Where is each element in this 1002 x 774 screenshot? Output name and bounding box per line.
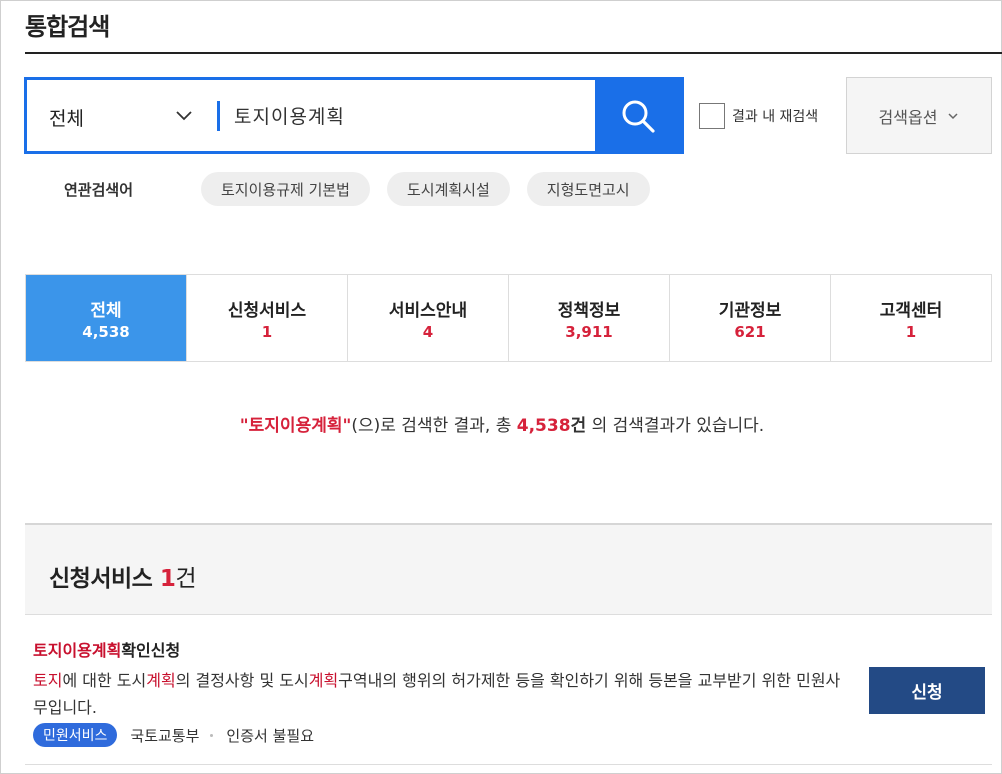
search-divider	[217, 100, 220, 131]
summary-quote-open: "	[239, 416, 249, 436]
page-title: 통합검색	[25, 13, 110, 41]
category-tabs: 전체 4,538 신청서비스 1 서비스안내 4 정책정보 3,911 기관정보…	[25, 274, 992, 362]
summary-text: (으)로 검색한 결과, 총	[351, 416, 517, 436]
meta-separator	[210, 733, 214, 737]
desc-text: 에 대한 도시	[62, 671, 147, 690]
tab-all[interactable]: 전체 4,538	[26, 275, 186, 361]
result-title-link[interactable]: 토지이용계획확인신청	[33, 637, 180, 661]
result-divider	[25, 764, 992, 765]
desc-highlight: 계획	[146, 671, 176, 690]
search-input[interactable]	[234, 80, 595, 151]
summary-keyword: 토지이용계획	[248, 416, 343, 436]
related-keyword-chip[interactable]: 토지이용규제 기본법	[201, 172, 370, 206]
re-search-toggle[interactable]: 결과 내 재검색	[699, 103, 818, 129]
category-badge: 민원서비스	[33, 723, 118, 747]
chevron-down-icon	[176, 110, 192, 120]
result-meta: 민원서비스 국토교통부 인증서 불필요	[33, 723, 314, 747]
search-options-label: 검색옵션	[878, 107, 938, 127]
search-box: 전체	[24, 77, 684, 154]
search-button[interactable]	[595, 80, 681, 151]
related-keywords-label: 연관검색어	[64, 180, 134, 199]
tab-count: 1	[905, 322, 917, 341]
desc-highlight: 토지	[33, 671, 63, 690]
summary-total: 4,538	[516, 416, 571, 436]
tab-label: 신청서비스	[227, 300, 307, 321]
related-keyword-chip[interactable]: 도시계획시설	[386, 172, 510, 206]
result-title-highlight: 토지이용계획	[33, 641, 122, 660]
summary-unit: 건	[570, 416, 587, 436]
search-scope-label: 전체	[49, 108, 84, 130]
section-unit: 건	[175, 566, 196, 592]
related-keyword-chip[interactable]: 지형도면고시	[526, 172, 650, 206]
title-divider	[25, 52, 1002, 54]
search-summary: "토지이용계획"(으)로 검색한 결과, 총 4,538건 의 검색결과가 있습…	[1, 411, 1002, 436]
tab-label: 기관정보	[718, 300, 782, 321]
apply-button[interactable]: 신청	[869, 667, 985, 714]
tab-application-services[interactable]: 신청서비스 1	[186, 275, 347, 361]
search-options-button[interactable]: 검색옵션	[846, 77, 992, 154]
search-icon	[622, 100, 655, 133]
section-title-text: 신청서비스	[49, 566, 160, 592]
tab-label: 전체	[90, 300, 122, 321]
section-title: 신청서비스 1건	[49, 559, 196, 593]
tab-policy-info[interactable]: 정책정보 3,911	[508, 275, 669, 361]
result-cert: 인증서 불필요	[226, 726, 314, 745]
related-keywords: 연관검색어 토지이용규제 기본법 도시계획시설 지형도면고시	[64, 172, 667, 206]
tab-count: 4	[422, 322, 434, 341]
tab-count: 621	[734, 322, 766, 341]
tab-customer-center[interactable]: 고객센터 1	[830, 275, 991, 361]
tab-count: 1	[261, 322, 273, 341]
result-org: 국토교통부	[130, 726, 200, 745]
tab-service-guide[interactable]: 서비스안내 4	[347, 275, 508, 361]
tab-agency-info[interactable]: 기관정보 621	[669, 275, 830, 361]
summary-text: 의 검색결과가 있습니다.	[586, 416, 765, 436]
chevron-down-icon	[948, 112, 958, 119]
tab-count: 3,911	[565, 322, 613, 341]
re-search-checkbox[interactable]	[699, 103, 725, 129]
result-description: 토지에 대한 도시계획의 결정사항 및 도시계획구역내의 행위의 허가제한 등을…	[33, 667, 845, 721]
desc-highlight: 계획	[308, 671, 339, 690]
re-search-label: 결과 내 재검색	[732, 109, 819, 125]
tab-count: 4,538	[82, 322, 130, 341]
section-count: 1	[159, 566, 176, 592]
section-header: 신청서비스 1건	[25, 525, 992, 615]
result-title-text: 확인신청	[121, 641, 181, 660]
search-scope-select[interactable]: 전체	[27, 80, 217, 151]
desc-text: 의 결정사항 및 도시	[175, 671, 309, 690]
tab-label: 정책정보	[557, 300, 621, 321]
tab-label: 고객센터	[879, 300, 943, 321]
tab-label: 서비스안내	[388, 300, 468, 321]
